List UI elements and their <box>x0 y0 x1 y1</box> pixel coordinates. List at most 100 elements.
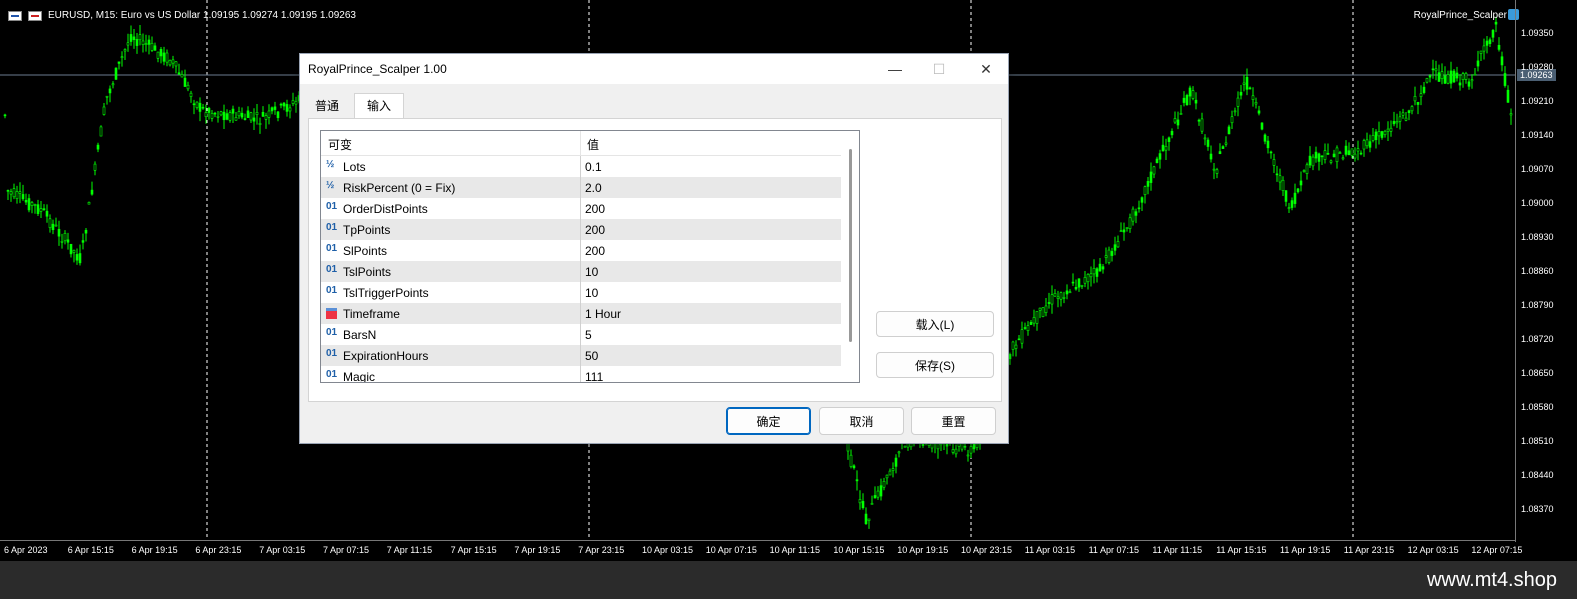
candle-body <box>1305 164 1309 174</box>
candle-body <box>1443 75 1447 84</box>
table-row[interactable]: 01 ExpirationHours 50 <box>321 345 841 366</box>
table-row[interactable]: ½ Lots 0.1 <box>321 156 841 177</box>
param-value[interactable]: 111 <box>585 370 603 382</box>
candle-body <box>855 479 859 482</box>
table-row[interactable]: 01 TpPoints 200 <box>321 219 841 240</box>
candle-body <box>99 126 103 137</box>
candle-body <box>1383 130 1387 135</box>
table-row[interactable]: 01 TslPoints 10 <box>321 261 841 282</box>
candle-body <box>1374 131 1378 141</box>
candle-body <box>864 513 868 525</box>
candle-body <box>1284 190 1288 202</box>
close-icon[interactable]: ✕ <box>964 54 1008 84</box>
candle-body <box>1263 134 1267 142</box>
type-icon: 01 <box>326 201 338 212</box>
param-value[interactable]: 5 <box>585 328 592 342</box>
minimize-icon[interactable]: — <box>873 54 917 84</box>
candle-body <box>1206 139 1210 147</box>
candle-body <box>1143 186 1147 195</box>
dialog-title: RoyalPrince_Scalper 1.00 <box>308 62 447 76</box>
header-variable[interactable]: 可变 <box>328 136 352 153</box>
candle-body <box>1074 286 1078 290</box>
candle-body <box>1287 207 1291 209</box>
candle-body <box>1212 168 1216 171</box>
table-row[interactable]: Timeframe 1 Hour <box>321 303 841 324</box>
candle-body <box>1095 268 1099 277</box>
param-value[interactable]: 10 <box>585 286 598 300</box>
candle-body <box>1323 150 1327 160</box>
save-button[interactable]: 保存(S) <box>876 352 994 378</box>
param-value[interactable]: 200 <box>585 244 605 258</box>
trade-icon[interactable] <box>28 10 42 21</box>
candle-body <box>135 39 139 46</box>
param-value[interactable]: 200 <box>585 223 605 237</box>
candle-body <box>33 204 37 206</box>
candle-body <box>261 111 265 117</box>
candle-body <box>138 34 142 41</box>
candle-body <box>1503 73 1507 86</box>
candle-body <box>1128 217 1132 229</box>
watermark: www.mt4.shop <box>1426 569 1557 591</box>
candle-body <box>162 52 166 62</box>
candle-body <box>42 208 46 211</box>
candle-body <box>1032 317 1036 324</box>
candle-body <box>240 112 244 118</box>
candle-body <box>156 51 160 59</box>
type-icon: 01 <box>326 285 338 296</box>
candle-body <box>1470 79 1474 82</box>
load-button[interactable]: 载入(L) <box>876 311 994 337</box>
candle-body <box>1473 73 1477 76</box>
param-value[interactable]: 1 Hour <box>585 307 621 321</box>
table-row[interactable]: 01 SlPoints 200 <box>321 240 841 261</box>
table-row[interactable]: 01 TslTriggerPoints 10 <box>321 282 841 303</box>
candle-body <box>1389 127 1393 132</box>
candle-body <box>30 202 34 206</box>
inputs-grid: 可变 值 ½ Lots 0.1 ½ RiskPercent (0 = Fix) 2.0 01… <box>320 130 860 383</box>
candle-body <box>1131 208 1135 222</box>
reset-button[interactable]: 重置 <box>911 407 996 435</box>
tab-common[interactable]: 普通 <box>308 94 346 118</box>
candle-body <box>1452 70 1456 83</box>
candle-body <box>1455 72 1459 79</box>
candle-body <box>1479 50 1483 54</box>
table-row[interactable]: 01 Magic 111 <box>321 366 841 382</box>
time-tick-label: 11 Apr 19:15 <box>1280 545 1331 555</box>
scroll-thumb[interactable] <box>849 149 852 342</box>
param-value[interactable]: 10 <box>585 265 598 279</box>
candle-body <box>1281 179 1285 191</box>
param-value[interactable]: 200 <box>585 202 605 216</box>
time-tick-label: 12 Apr 03:15 <box>1407 545 1459 555</box>
param-value[interactable]: 2.0 <box>585 181 602 195</box>
candle-body <box>228 112 232 121</box>
param-value[interactable]: 50 <box>585 349 598 363</box>
price-tick-label: 1.08510 <box>1521 436 1554 446</box>
chart-menu-icon[interactable] <box>8 10 22 21</box>
inputs-panel: 可变 值 ½ Lots 0.1 ½ RiskPercent (0 = Fix) 2.0 01… <box>308 118 1002 402</box>
table-row[interactable]: 01 BarsN 5 <box>321 324 841 345</box>
header-value[interactable]: 值 <box>587 136 599 153</box>
candle-body <box>1335 147 1339 162</box>
table-row[interactable]: 01 OrderDistPoints 200 <box>321 198 841 219</box>
param-value[interactable]: 0.1 <box>585 160 602 174</box>
candle-body <box>861 501 865 509</box>
candle-body <box>1434 68 1438 72</box>
grid-scrollbar[interactable] <box>842 131 859 382</box>
table-row[interactable]: ½ RiskPercent (0 = Fix) 2.0 <box>321 177 841 198</box>
tab-inputs[interactable]: 输入 <box>354 93 404 119</box>
candle-body <box>1035 311 1039 324</box>
candle-body <box>132 36 136 41</box>
candle-body <box>246 110 250 118</box>
maximize-icon: ☐ <box>932 61 946 77</box>
param-name: OrderDistPoints <box>343 202 428 216</box>
candle-body <box>975 443 979 448</box>
candle-body <box>885 474 889 479</box>
candle-body <box>1344 145 1348 155</box>
cancel-button[interactable]: 取消 <box>819 407 904 435</box>
candle-body <box>45 210 49 217</box>
ok-button[interactable]: 确定 <box>726 407 811 435</box>
candle-body <box>18 191 22 194</box>
price-tick-label: 1.08720 <box>1521 334 1554 344</box>
candle-body <box>1482 45 1486 52</box>
candle-body <box>1149 171 1153 183</box>
dialog-titlebar[interactable]: RoyalPrince_Scalper 1.00 — ☐ ✕ <box>300 54 1008 84</box>
